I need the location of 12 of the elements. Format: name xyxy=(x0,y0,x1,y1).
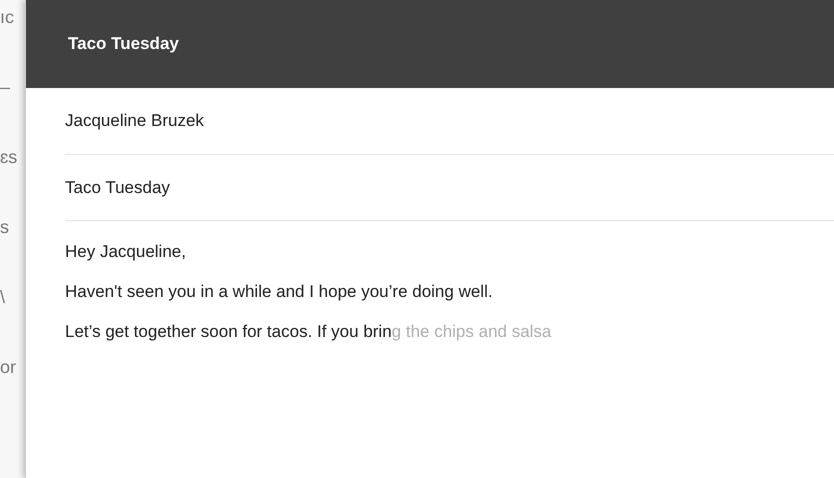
background-text: ɛs xyxy=(0,146,18,168)
recipient-field[interactable]: Jacqueline Bruzek xyxy=(65,108,204,134)
background-text: – xyxy=(0,76,12,98)
background-text: \ xyxy=(0,286,6,308)
background-text: ıc xyxy=(0,6,16,28)
window-title: Taco Tuesday xyxy=(68,33,179,56)
background-text: or xyxy=(0,356,18,378)
subject-field[interactable]: Taco Tuesday xyxy=(65,174,170,200)
body-text: Haven't seen you in a while and I hope you’re doing well. xyxy=(65,281,494,303)
body-text: Hey Jacqueline, xyxy=(65,241,187,263)
background-text: s xyxy=(0,216,10,238)
body-text: Let’s get together soon for tacos. If you brin xyxy=(65,321,392,343)
